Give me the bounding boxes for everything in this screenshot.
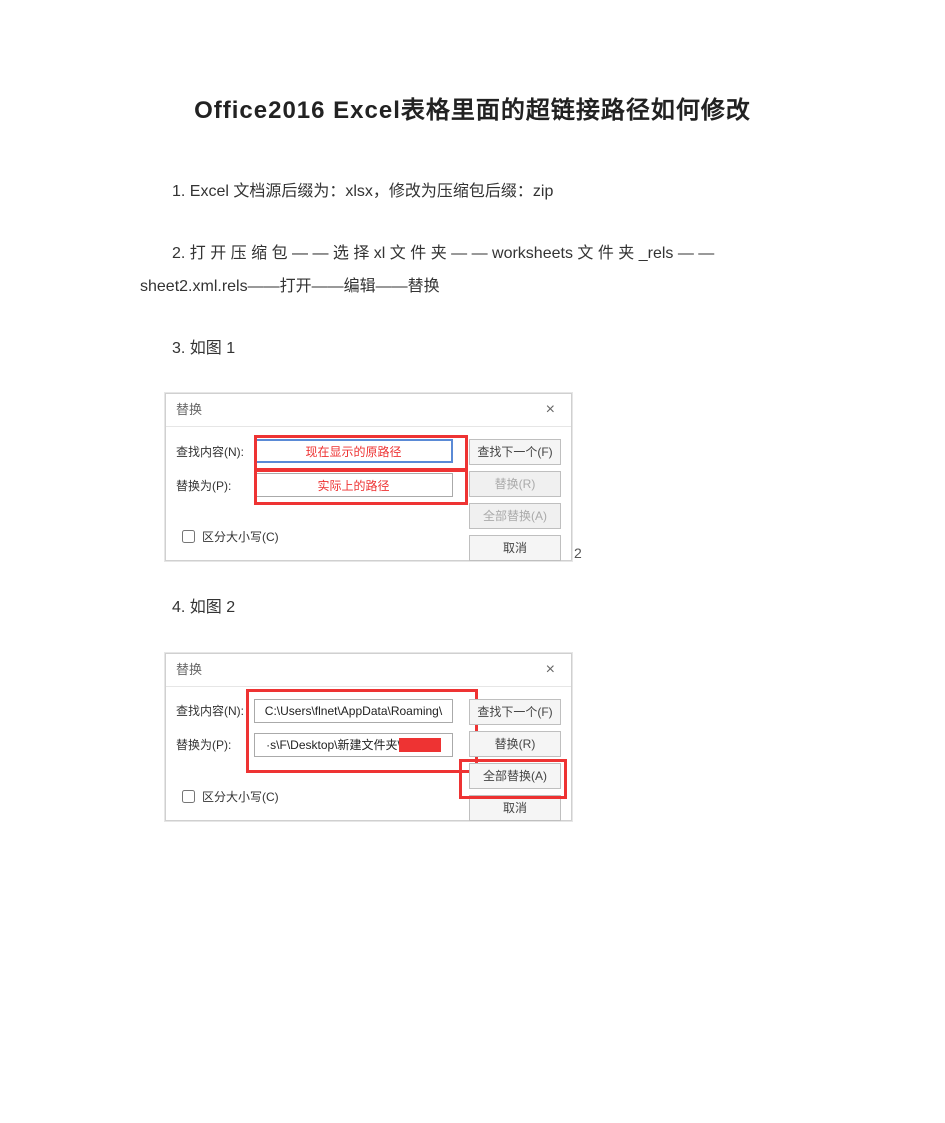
find-label: 查找内容(N): [176, 702, 254, 719]
replace-input[interactable]: ·s\F\Desktop\新建文件夹\ [254, 733, 453, 757]
case-checkbox[interactable] [182, 790, 195, 803]
step-2-line2: sheet2.xml.rels——打开——编辑——替换 [140, 270, 805, 304]
find-input[interactable] [254, 699, 453, 723]
close-icon[interactable]: × [540, 654, 561, 686]
replace-dialog-2: 替换 × 查找内容(N): 替换为(P): ·s\F\Desktop\新建文件夹… [165, 653, 572, 821]
figure-1: 替换 × 查找内容(N): 替换为(P): [165, 393, 805, 561]
figure-2: 替换 × 查找内容(N): 替换为(P): ·s\F\Desktop\新建文件夹… [165, 653, 805, 821]
find-next-button[interactable]: 查找下一个(F) [469, 699, 561, 725]
case-label: 区分大小写(C) [202, 788, 279, 805]
step-3: 3. 如图 1 [140, 332, 805, 366]
replace-input[interactable] [254, 473, 453, 497]
find-input[interactable] [254, 439, 453, 463]
case-label: 区分大小写(C) [202, 528, 279, 545]
replace-button[interactable]: 替换(R) [469, 731, 561, 757]
replace-all-button[interactable]: 全部替换(A) [469, 503, 561, 529]
redacted-text [399, 738, 441, 752]
case-checkbox[interactable] [182, 530, 195, 543]
cancel-button[interactable]: 取消 [469, 795, 561, 821]
page-title: Office2016 Excel表格里面的超链接路径如何修改 [140, 90, 805, 125]
find-next-button[interactable]: 查找下一个(F) [469, 439, 561, 465]
step-4: 4. 如图 2 [140, 591, 805, 625]
dialog-title-text: 替换 [176, 394, 202, 426]
figure-caption-number: 2 [574, 545, 582, 561]
replace-button[interactable]: 替换(R) [469, 471, 561, 497]
dialog-titlebar: 替换 × [166, 394, 571, 427]
replace-label: 替换为(P): [176, 477, 254, 494]
step-1: 1. Excel 文档源后缀为：xlsx，修改为压缩包后缀：zip [140, 175, 805, 209]
replace-dialog-1: 替换 × 查找内容(N): 替换为(P): [165, 393, 572, 561]
find-label: 查找内容(N): [176, 443, 254, 460]
step-2-line1: 2. 打 开 压 缩 包 — — 选 择 xl 文 件 夹 — — worksh… [140, 237, 805, 271]
dialog-titlebar: 替换 × [166, 654, 571, 687]
replace-input-text: ·s\F\Desktop\新建文件夹\ [266, 736, 401, 753]
close-icon[interactable]: × [540, 394, 561, 426]
dialog-title-text: 替换 [176, 654, 202, 686]
cancel-button[interactable]: 取消 [469, 535, 561, 561]
replace-label: 替换为(P): [176, 736, 254, 753]
replace-all-button[interactable]: 全部替换(A) [469, 763, 561, 789]
